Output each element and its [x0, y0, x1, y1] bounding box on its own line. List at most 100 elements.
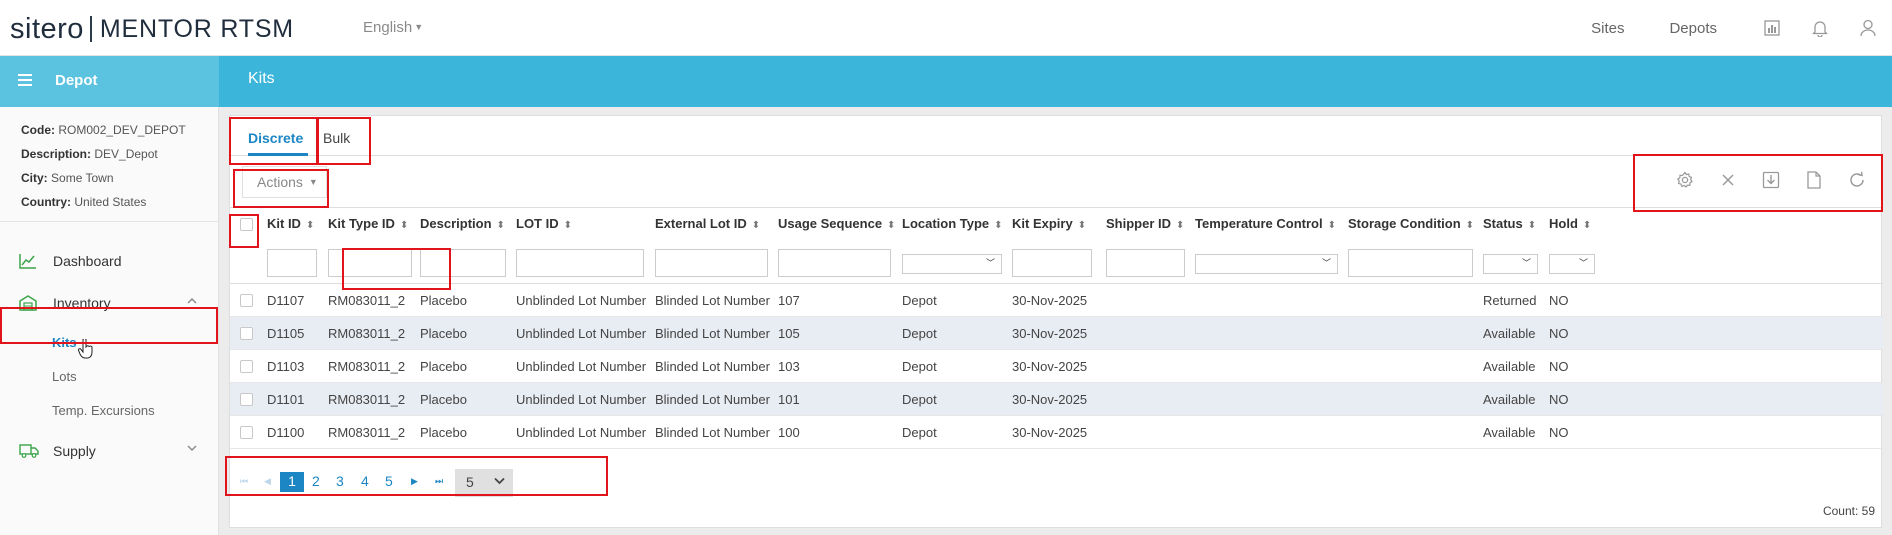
cell-status: Available: [1483, 392, 1536, 407]
column-header-kit-id[interactable]: Kit ID ⬍: [267, 208, 314, 240]
sidebar-item-label: Lots: [52, 368, 77, 384]
highlight-box-actions: [233, 169, 329, 208]
column-header-description[interactable]: Description ⬍: [420, 208, 505, 240]
page-title: Kits: [248, 70, 275, 87]
filter-status-select[interactable]: ﹀: [1483, 254, 1538, 274]
table-row[interactable]: D1105 RM083011_2 Placebo Unblinded Lot Numb…: [230, 317, 1883, 350]
cell-location-type: Depot: [902, 293, 937, 308]
nav-depots[interactable]: Depots: [1669, 20, 1717, 37]
filter-kit-id[interactable]: [267, 249, 317, 277]
table-row[interactable]: D1103 RM083011_2 Placebo Unblinded Lot Numb…: [230, 350, 1883, 383]
table-row[interactable]: D1100 RM083011_2 Placebo Unblinded Lot Numb…: [230, 416, 1883, 449]
cell-kit-id: D1101: [267, 392, 305, 407]
chevron-down-icon: ﹀: [1321, 258, 1331, 268]
column-header-storage-condition[interactable]: Storage Condition ⬍: [1348, 208, 1474, 240]
cell-kit-id: D1103: [267, 359, 305, 374]
table-row[interactable]: D1107 RM083011_2 Placebo Unblinded Lot Numb…: [230, 284, 1883, 317]
column-label: Shipper ID: [1106, 216, 1172, 231]
bell-icon[interactable]: [1810, 18, 1830, 38]
highlight-box-select-all: [229, 214, 259, 248]
reports-icon[interactable]: [1762, 18, 1782, 38]
column-header-location-type[interactable]: Location Type ⬍: [902, 208, 1003, 240]
cell-description: Placebo: [420, 392, 467, 407]
cell-status: Available: [1483, 425, 1536, 440]
column-label: External Lot ID: [655, 216, 747, 231]
column-header-external-lot-id[interactable]: External Lot ID ⬍: [655, 208, 760, 240]
info-country-label: Country:: [21, 195, 71, 209]
filter-shipper-id[interactable]: [1106, 249, 1185, 277]
sidebar-item-supply[interactable]: Supply: [0, 431, 219, 471]
cell-kit-id: D1100: [267, 425, 305, 440]
column-label: Kit Expiry: [1012, 216, 1073, 231]
info-city-label: City:: [21, 171, 48, 185]
cell-external-lot-id: Blinded Lot Number: [655, 293, 770, 308]
filter-hold-select[interactable]: ﹀: [1549, 254, 1595, 274]
hamburger-menu-icon[interactable]: [18, 73, 32, 91]
cell-lot-id: Unblinded Lot Number: [516, 326, 647, 341]
info-code-value: ROM002_DEV_DEPOT: [58, 123, 186, 137]
product-name: MENTOR RTSM: [99, 14, 294, 43]
cell-kit-type-id: RM083011_2: [328, 359, 406, 374]
info-description: Description: DEV_Depot: [21, 147, 218, 165]
row-checkbox[interactable]: [240, 294, 253, 307]
cell-kit-expiry: 30-Nov-2025: [1012, 425, 1088, 440]
cell-hold: NO: [1549, 326, 1569, 341]
caret-down-icon: ▼: [414, 22, 424, 32]
sidebar-item-dashboard[interactable]: Dashboard: [0, 241, 219, 281]
row-checkbox[interactable]: [240, 360, 253, 373]
column-header-temperature-control[interactable]: Temperature Control ⬍: [1195, 208, 1336, 240]
column-header-usage-sequence[interactable]: Usage Sequence ⬍: [778, 208, 895, 240]
column-label: Location Type: [902, 216, 990, 231]
cell-kit-expiry: 30-Nov-2025: [1012, 326, 1088, 341]
filter-kit-expiry[interactable]: [1012, 249, 1092, 277]
column-header-status[interactable]: Status ⬍: [1483, 208, 1536, 240]
cell-usage-sequence: 105: [778, 326, 800, 341]
column-header-kit-expiry[interactable]: Kit Expiry ⬍: [1012, 208, 1086, 240]
cell-external-lot-id: Blinded Lot Number: [655, 425, 770, 440]
sort-icon: ⬍: [1176, 220, 1185, 231]
language-label: English: [363, 19, 413, 36]
filter-lot-id[interactable]: [516, 249, 644, 277]
sidebar-title: Depot: [55, 72, 98, 89]
record-count: Count: 59: [1822, 504, 1875, 518]
filter-external-lot-id[interactable]: [655, 249, 768, 277]
cell-description: Placebo: [420, 326, 467, 341]
language-selector[interactable]: English ▼: [363, 19, 423, 36]
highlight-box-discrete-tab: [229, 117, 318, 165]
filter-temperature-control-select[interactable]: ﹀: [1195, 254, 1338, 274]
cell-lot-id: Unblinded Lot Number: [516, 359, 647, 374]
column-header-kit-type-id[interactable]: Kit Type ID ⬍: [328, 208, 408, 240]
sort-icon: ⬍: [305, 220, 315, 231]
column-header-lot-id[interactable]: LOT ID ⬍: [516, 208, 572, 240]
cell-external-lot-id: Blinded Lot Number: [655, 392, 770, 407]
app-logo[interactable]: sitero MENTOR RTSM: [10, 12, 294, 46]
cell-hold: NO: [1549, 425, 1569, 440]
top-bar: sitero MENTOR RTSM English ▼ Sites Depots: [0, 0, 1892, 56]
sidebar-item-temp-excursions[interactable]: Temp. Excursions: [0, 393, 219, 427]
column-label: Hold: [1549, 216, 1578, 231]
sort-icon: ⬍: [399, 220, 409, 231]
user-icon[interactable]: [1858, 18, 1878, 38]
row-checkbox[interactable]: [240, 327, 253, 340]
filter-usage-sequence[interactable]: [778, 249, 891, 277]
info-code: Code: ROM002_DEV_DEPOT: [21, 123, 218, 141]
column-header-shipper-id[interactable]: Shipper ID ⬍: [1106, 208, 1184, 240]
row-checkbox[interactable]: [240, 393, 253, 406]
sort-icon: ⬍: [887, 220, 896, 231]
table-row[interactable]: D1101 RM083011_2 Placebo Unblinded Lot Numb…: [230, 383, 1883, 416]
cell-external-lot-id: Blinded Lot Number: [655, 359, 770, 374]
info-city-value: Some Town: [51, 171, 114, 185]
sidebar-item-lots[interactable]: Lots: [0, 359, 219, 393]
sort-icon: ⬍: [1465, 220, 1475, 231]
row-checkbox[interactable]: [240, 426, 253, 439]
cell-kit-type-id: RM083011_2: [328, 392, 406, 407]
filter-storage-condition[interactable]: [1348, 249, 1473, 277]
filter-location-type-select[interactable]: ﹀: [902, 254, 1002, 274]
column-header-hold[interactable]: Hold ⬍: [1549, 208, 1591, 240]
nav-sites[interactable]: Sites: [1591, 20, 1624, 37]
info-description-value: DEV_Depot: [94, 147, 158, 161]
column-label: Description: [420, 216, 492, 231]
sidebar-item-label: Dashboard: [53, 253, 122, 269]
sort-icon: ⬍: [496, 220, 505, 231]
cell-kit-expiry: 30-Nov-2025: [1012, 392, 1088, 407]
